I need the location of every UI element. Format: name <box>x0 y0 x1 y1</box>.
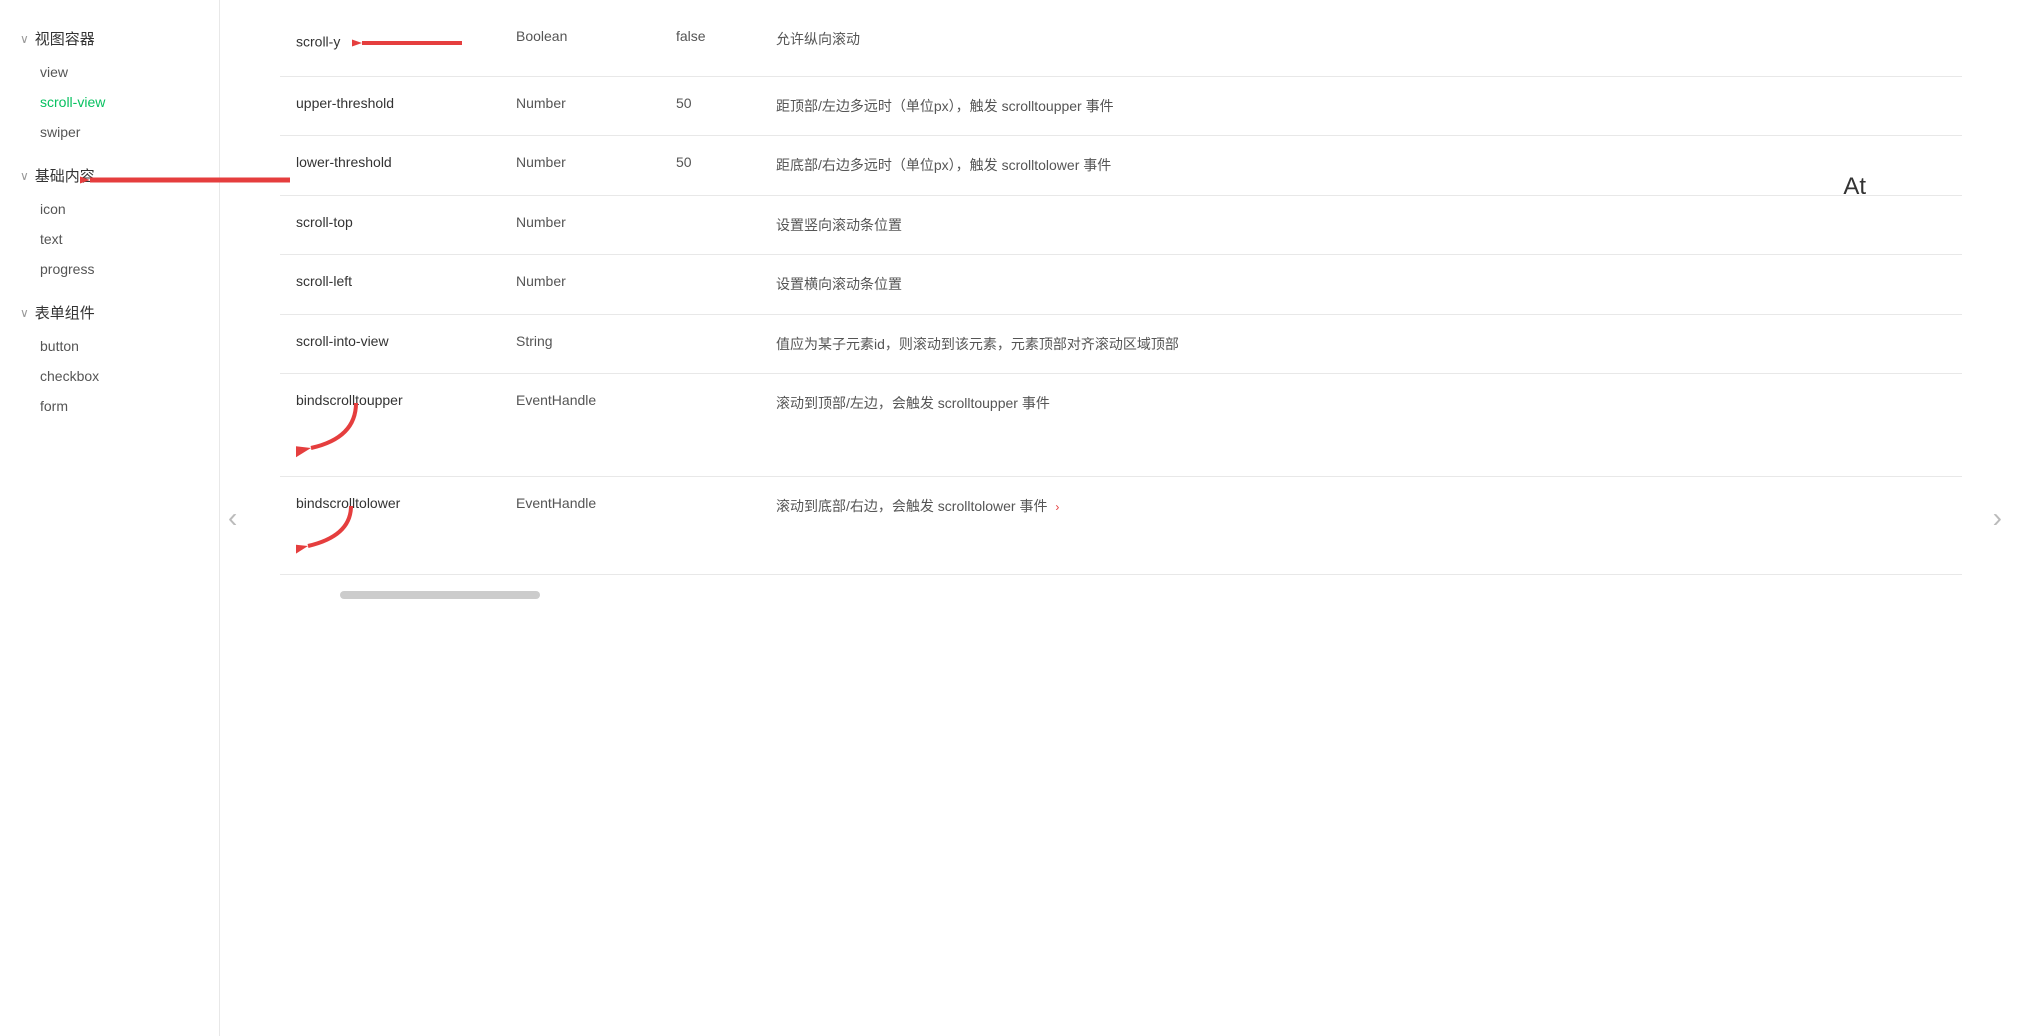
table-row: scroll-into-view String 值应为某子元素id，则滚动到该元… <box>280 314 1962 373</box>
table-row: bindscrolltolower EventHandle <box>280 476 1962 574</box>
sidebar-item-text[interactable]: text <box>0 224 219 254</box>
sidebar-section-view-container[interactable]: ∨ 视图容器 <box>0 20 219 57</box>
attr-type: Number <box>500 195 660 254</box>
attr-default: 50 <box>660 136 760 195</box>
nav-arrow-left[interactable]: ‹ <box>228 502 237 534</box>
sidebar-section-form[interactable]: ∨ 表单组件 <box>0 294 219 331</box>
attribute-table: scroll-y Boolean false <box>280 10 1962 575</box>
sidebar-item-icon[interactable]: icon <box>0 194 219 224</box>
attr-type: Number <box>500 255 660 314</box>
chevron-down-icon-3: ∨ <box>20 306 29 320</box>
attr-type: Number <box>500 77 660 136</box>
sidebar-section-basic-content[interactable]: ∨ 基础内容 <box>0 157 219 194</box>
red-arrow-scroll-y <box>352 28 472 58</box>
main-content: scroll-y Boolean false <box>220 0 2022 1036</box>
table-row: upper-threshold Number 50 距顶部/左边多远时（单位px… <box>280 77 1962 136</box>
gt-badge: › <box>1055 500 1059 514</box>
chevron-down-icon-2: ∨ <box>20 169 29 183</box>
attr-desc: 距顶部/左边多远时（单位px），触发 scrolltoupper 事件 <box>760 77 1962 136</box>
attr-name: upper-threshold <box>280 77 500 136</box>
attr-type: EventHandle <box>500 373 660 476</box>
attr-type: String <box>500 314 660 373</box>
sidebar-item-checkbox[interactable]: checkbox <box>0 361 219 391</box>
attr-type: Boolean <box>500 10 660 77</box>
sidebar-item-scroll-view[interactable]: scroll-view <box>0 87 219 117</box>
chevron-down-icon: ∨ <box>20 32 29 46</box>
nav-arrow-right[interactable]: › <box>1993 502 2002 534</box>
sidebar-item-swiper[interactable]: swiper <box>0 117 219 147</box>
attr-default <box>660 255 760 314</box>
attr-default <box>660 314 760 373</box>
sidebar-item-button[interactable]: button <box>0 331 219 361</box>
attr-name: scroll-left <box>280 255 500 314</box>
attr-type: EventHandle <box>500 476 660 574</box>
sidebar-section-label-2: 基础内容 <box>35 165 95 186</box>
attr-type: Number <box>500 136 660 195</box>
attr-default <box>660 476 760 574</box>
sidebar-item-view[interactable]: view <box>0 57 219 87</box>
sidebar: ∨ 视图容器 view scroll-view swiper ∨ 基础内容 ic… <box>0 0 220 1036</box>
table-row: scroll-left Number 设置横向滚动条位置 <box>280 255 1962 314</box>
attr-desc: 距底部/右边多远时（单位px），触发 scrolltolower 事件 <box>760 136 1962 195</box>
attr-name: scroll-top <box>280 195 500 254</box>
attr-desc: 值应为某子元素id，则滚动到该元素，元素顶部对齐滚动区域顶部 <box>760 314 1962 373</box>
at-label: At <box>1843 173 1866 201</box>
table-row: scroll-y Boolean false <box>280 10 1962 77</box>
sidebar-section-label-3: 表单组件 <box>35 302 95 323</box>
sidebar-item-progress[interactable]: progress <box>0 254 219 284</box>
attr-default: 50 <box>660 77 760 136</box>
sidebar-item-form[interactable]: form <box>0 391 219 421</box>
table-row: scroll-top Number 设置竖向滚动条位置 <box>280 195 1962 254</box>
table-row: bindscrolltoupper EventHandle <box>280 373 1962 476</box>
attr-desc: 允许纵向滚动 <box>760 10 1962 77</box>
attr-default <box>660 373 760 476</box>
page-wrapper: ∨ 视图容器 view scroll-view swiper ∨ 基础内容 ic… <box>0 0 2022 1036</box>
attr-name: bindscrolltolower <box>280 476 500 574</box>
attr-name: scroll-into-view <box>280 314 500 373</box>
attr-desc: 设置横向滚动条位置 <box>760 255 1962 314</box>
attr-desc: 滚动到底部/右边，会触发 scrolltolower 事件 › <box>760 476 1962 574</box>
attr-desc: 设置竖向滚动条位置 <box>760 195 1962 254</box>
attr-name: lower-threshold <box>280 136 500 195</box>
attr-default: false <box>660 10 760 77</box>
attr-name: scroll-y <box>280 10 500 77</box>
horizontal-scrollbar[interactable] <box>340 591 540 599</box>
sidebar-section-label: 视图容器 <box>35 28 95 49</box>
attr-name: bindscrolltoupper <box>280 373 500 476</box>
table-row: lower-threshold Number 50 距底部/右边多远时（单位px… <box>280 136 1962 195</box>
attr-desc: 滚动到顶部/左边，会触发 scrolltoupper 事件 <box>760 373 1962 476</box>
attr-default <box>660 195 760 254</box>
